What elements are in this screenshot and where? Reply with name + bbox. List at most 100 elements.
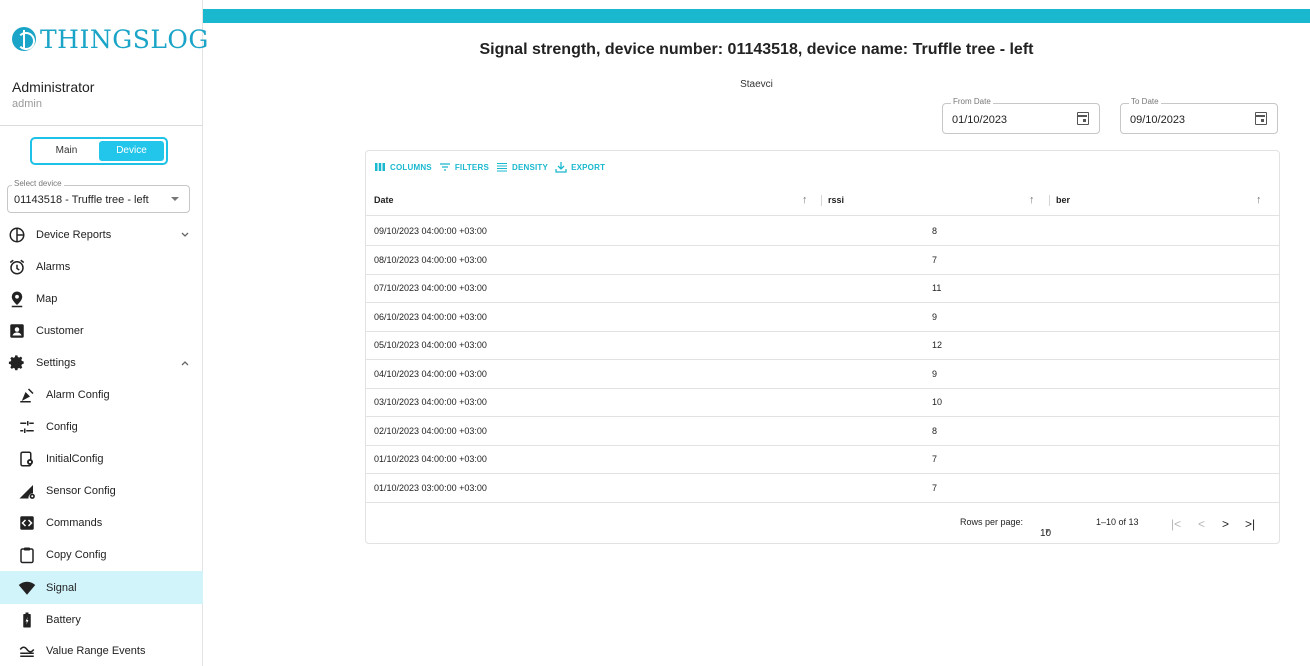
columns-button[interactable]: COLUMNS	[374, 161, 432, 173]
sort-arrow-icon[interactable]: ↑	[1029, 184, 1035, 216]
sidebar-item-value-range-events[interactable]: Value Range Events	[0, 636, 203, 666]
column-header-rssi[interactable]: rssi	[828, 184, 844, 216]
cell-rssi: 7	[932, 255, 938, 265]
table-row[interactable]: 06/10/2023 04:00:00 +03:00 9	[366, 303, 1279, 332]
sidebar-item-device-reports[interactable]: Device Reports	[0, 220, 203, 250]
brand-logo[interactable]: THINGSLOG	[12, 22, 209, 56]
thingslog-logo-icon	[12, 27, 36, 51]
cell-rssi: 10	[932, 397, 943, 407]
page-title: Signal strength, device number: 01143518…	[479, 41, 1034, 58]
device-settings-icon	[18, 450, 36, 468]
mode-main-button[interactable]: Main	[34, 141, 99, 161]
column-separator[interactable]	[1049, 195, 1050, 206]
sidebar-item-map[interactable]: Map	[0, 284, 203, 314]
cell-rssi: 8	[932, 426, 938, 436]
sort-arrow-icon[interactable]: ↑	[802, 184, 808, 216]
cell-date: 01/10/2023 03:00:00 +03:00	[374, 483, 487, 493]
alarm-clock-icon	[8, 258, 26, 276]
chevron-down-icon	[180, 230, 190, 243]
next-page-icon[interactable]: >	[1222, 517, 1229, 531]
rows-per-page-label: Rows per page:	[960, 517, 1024, 527]
export-button[interactable]: EXPORT	[555, 161, 605, 173]
alarm-config-icon	[18, 386, 36, 404]
from-date-field[interactable]: From Date 01/10/2023	[942, 97, 1100, 134]
calendar-icon[interactable]	[1255, 112, 1267, 125]
sidebar-divider	[0, 125, 203, 126]
cell-rssi: 7	[932, 454, 938, 464]
column-header-ber[interactable]: ber	[1056, 184, 1070, 216]
dropdown-caret-icon	[171, 197, 179, 201]
density-button[interactable]: DENSITY	[496, 161, 548, 173]
to-date-value: 09/10/2023	[1130, 114, 1186, 126]
to-date-field[interactable]: To Date 09/10/2023	[1120, 97, 1278, 134]
wifi-signal-icon	[18, 579, 36, 597]
reports-icon	[8, 226, 26, 244]
filters-button[interactable]: FILTERS	[439, 161, 489, 173]
sidebar-item-config[interactable]: Config	[0, 412, 203, 442]
last-page-icon[interactable]: >|	[1245, 517, 1255, 531]
sidebar-item-alarms[interactable]: Alarms	[0, 252, 203, 282]
previous-page-icon[interactable]: <	[1198, 517, 1205, 531]
sidebar-item-commands[interactable]: Commands	[0, 508, 203, 538]
sidebar-item-label: Battery	[46, 614, 81, 626]
sidebar-item-label: Device Reports	[36, 229, 112, 241]
table-row[interactable]: 03/10/2023 04:00:00 +03:00 10	[366, 388, 1279, 417]
sidebar-item-settings[interactable]: Settings	[0, 348, 203, 378]
device-select[interactable]: Select device 01143518 - Truffle tree - …	[7, 179, 190, 213]
table-row[interactable]: 04/10/2023 04:00:00 +03:00 9	[366, 360, 1279, 389]
table-row[interactable]: 09/10/2023 04:00:00 +03:00 8	[366, 217, 1279, 246]
export-label: EXPORT	[571, 162, 606, 172]
sidebar-item-label: Alarm Config	[46, 389, 110, 401]
map-pin-icon	[8, 290, 26, 308]
sidebar-item-label: Copy Config	[46, 549, 107, 561]
sidebar-item-battery[interactable]: Battery	[0, 605, 203, 635]
sidebar-item-customer[interactable]: Customer	[0, 316, 203, 346]
cell-date: 06/10/2023 04:00:00 +03:00	[374, 312, 487, 322]
mode-device-button[interactable]: Device	[99, 141, 164, 161]
table-row[interactable]: 05/10/2023 04:00:00 +03:00 12	[366, 331, 1279, 360]
calendar-icon[interactable]	[1077, 112, 1089, 125]
grid-header-row: Date ↑ rssi ↑ ber ↑	[366, 184, 1279, 216]
columns-icon	[375, 163, 385, 171]
cell-rssi: 9	[932, 369, 938, 379]
clipboard-icon	[18, 546, 36, 564]
cell-rssi: 7	[932, 483, 938, 493]
sidebar-item-label: Customer	[36, 325, 84, 337]
device-select-label: Select device	[12, 179, 64, 188]
from-date-value: 01/10/2023	[952, 114, 1008, 126]
cell-rssi: 8	[932, 226, 938, 236]
columns-label: COLUMNS	[390, 162, 432, 172]
sidebar-item-signal[interactable]: Signal	[0, 571, 203, 604]
first-page-icon[interactable]: |<	[1171, 517, 1181, 531]
sidebar-item-copy-config[interactable]: Copy Config	[0, 540, 203, 570]
filters-label: FILTERS	[454, 162, 489, 172]
table-row[interactable]: 01/10/2023 04:00:00 +03:00 7	[366, 445, 1279, 474]
table-row[interactable]: 07/10/2023 04:00:00 +03:00 11	[366, 274, 1279, 303]
brand-name: THINGSLOG	[40, 24, 209, 54]
cell-date: 07/10/2023 04:00:00 +03:00	[374, 283, 487, 293]
signal-settings-icon	[18, 482, 36, 500]
user-name: Administrator	[12, 79, 95, 95]
from-date-label: From Date	[951, 97, 993, 106]
sidebar-item-initial-config[interactable]: InitialConfig	[0, 444, 203, 474]
sidebar-item-label: InitialConfig	[46, 453, 104, 465]
tune-icon	[18, 418, 36, 436]
density-icon	[496, 162, 507, 172]
sidebar-item-sensor-config[interactable]: Sensor Config	[0, 476, 203, 506]
gear-icon	[8, 354, 26, 372]
table-row[interactable]: 02/10/2023 04:00:00 +03:00 8	[366, 417, 1279, 446]
sidebar-item-label: Config	[46, 421, 78, 433]
sidebar-item-alarm-config[interactable]: Alarm Config	[0, 380, 203, 410]
table-row[interactable]: 08/10/2023 04:00:00 +03:00 7	[366, 246, 1279, 275]
pagination-range: 1–10 of 13	[1096, 517, 1139, 527]
column-header-date[interactable]: Date	[374, 184, 394, 216]
device-select-value: 01143518 - Truffle tree - left	[14, 194, 149, 206]
cell-date: 05/10/2023 04:00:00 +03:00	[374, 340, 487, 350]
filter-icon	[439, 163, 450, 171]
sidebar: THINGSLOG Administrator admin Main Devic…	[0, 0, 208, 666]
table-row[interactable]: 01/10/2023 03:00:00 +03:00 7	[366, 474, 1279, 503]
sort-arrow-icon[interactable]: ↑	[1256, 184, 1262, 216]
column-separator[interactable]	[821, 195, 822, 206]
download-icon	[555, 162, 567, 173]
density-label: DENSITY	[511, 162, 549, 172]
